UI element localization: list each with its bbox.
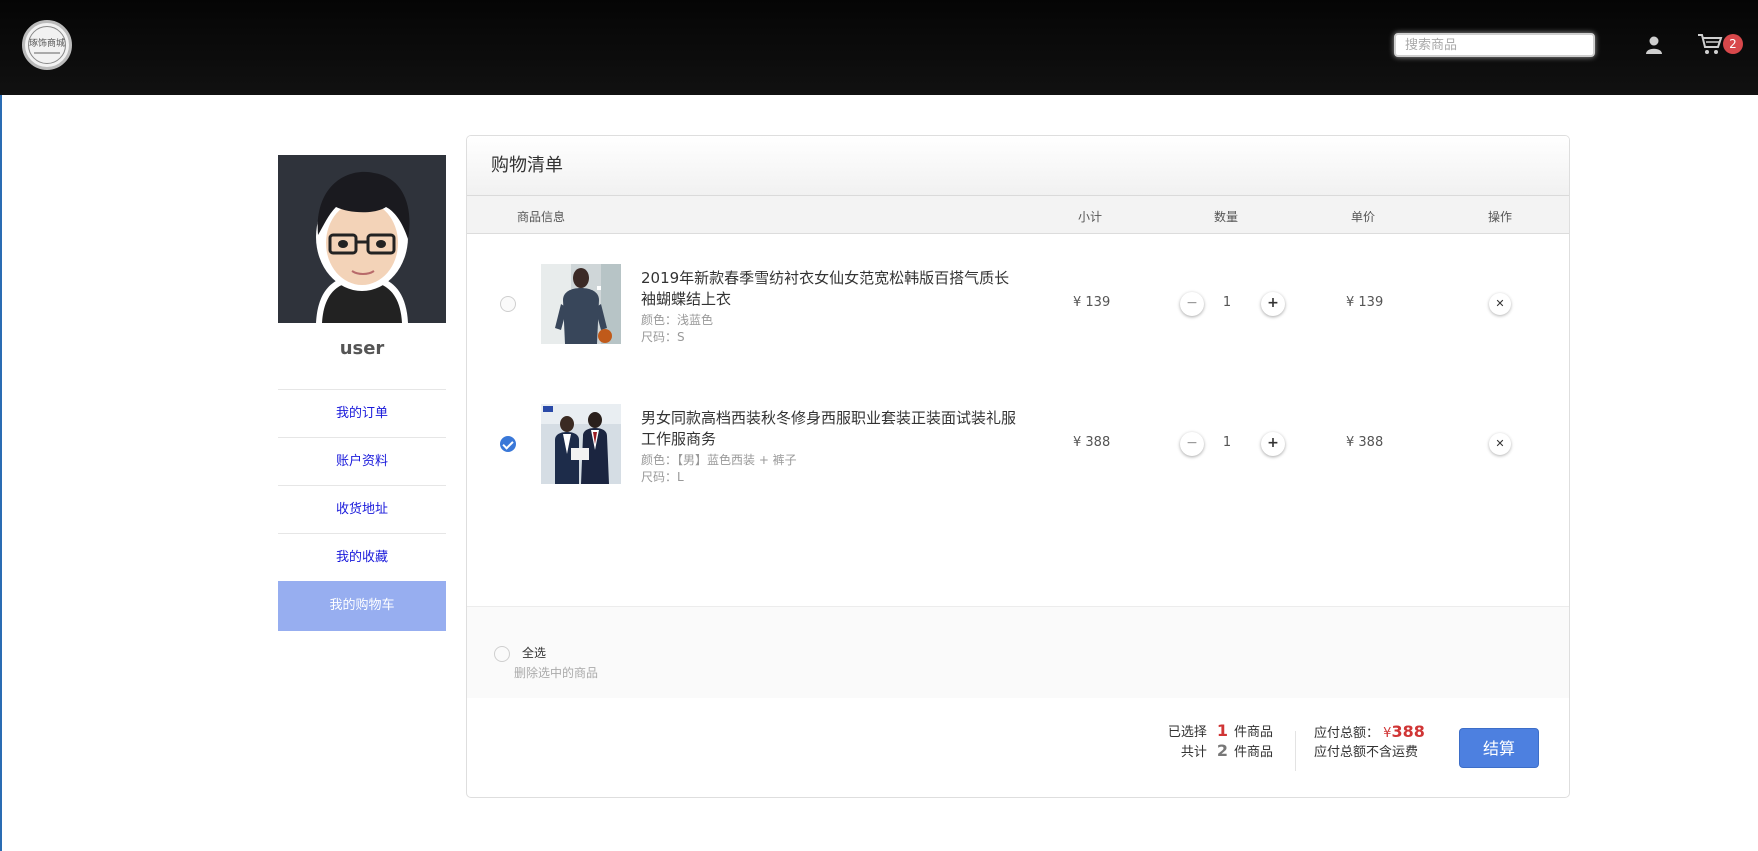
sidebar-item-address[interactable]: 收货地址 — [278, 485, 446, 533]
summary-divider — [1295, 731, 1296, 771]
cart-actions-bar: 全选 删除选中的商品 — [467, 606, 1569, 698]
sidebar-item-favorites[interactable]: 我的收藏 — [278, 533, 446, 581]
item-quantity: 1 — [1222, 435, 1232, 450]
item-unit-price: ¥ 139 — [1346, 295, 1384, 310]
total-count: 2 — [1216, 741, 1228, 760]
selected-suffix: 件商品 — [1233, 725, 1273, 740]
sidebar-item-cart[interactable]: 我的购物车 — [278, 581, 446, 631]
total-suffix: 件商品 — [1233, 745, 1273, 760]
selected-count-line: 已选择 1 件商品 — [1168, 721, 1273, 740]
cart-summary: 已选择 1 件商品 共计 2 件商品 应付总额： ¥388 应付总额不含运费 结算 — [467, 698, 1569, 797]
logo-text: 琢饰商城 — [29, 39, 66, 49]
item-quantity: 1 — [1222, 295, 1232, 310]
cart-icon[interactable] — [1697, 32, 1723, 56]
amount-value: 388 — [1391, 722, 1425, 741]
delete-selected-link[interactable]: 删除选中的商品 — [514, 664, 598, 681]
selected-prefix: 已选择 — [1167, 725, 1207, 740]
sidebar-menu: 我的订单 账户资料 收货地址 我的收藏 我的购物车 — [278, 389, 446, 631]
total-count-line: 共计 2 件商品 — [1181, 741, 1273, 760]
delete-item-button[interactable]: ✕ — [1489, 433, 1511, 455]
product-title[interactable]: 2019年新款春季雪纺衬衣女仙女范宽松韩版百搭气质长袖蝴蝶结上衣 — [641, 268, 1021, 310]
product-size: 尺码：S — [641, 330, 685, 344]
product-color: 颜色：【男】蓝色西装 + 裤子 — [641, 453, 797, 467]
amount-note: 应付总额不含运费 — [1314, 745, 1419, 760]
product-title[interactable]: 男女同款高档西装秋冬修身西服职业套装正装面试装礼服工作服商务 — [641, 408, 1021, 450]
top-navbar: 琢饰商城 2 — [0, 0, 1758, 95]
cart-item-row: 2019年新款春季雪纺衬衣女仙女范宽松韩版百搭气质长袖蝴蝶结上衣 颜色：浅蓝色 … — [467, 264, 1569, 364]
item-subtotal: ¥ 139 — [1073, 295, 1111, 310]
cart-item-row: 男女同款高档西装秋冬修身西服职业套装正装面试装礼服工作服商务 颜色：【男】蓝色西… — [467, 404, 1569, 504]
product-thumbnail[interactable] — [541, 264, 621, 344]
logo-emblem: 琢饰商城 — [28, 26, 66, 64]
col-quantity: 数量 — [1214, 210, 1239, 224]
select-all-label[interactable]: 全选 — [522, 644, 546, 661]
amount-line: 应付总额： ¥388 — [1314, 722, 1425, 741]
increase-quantity-button[interactable]: + — [1261, 432, 1285, 456]
decrease-quantity-button[interactable]: − — [1180, 432, 1204, 456]
col-info: 商品信息 — [517, 210, 566, 224]
panel-title: 购物清单 — [467, 136, 1569, 196]
amount-label: 应付总额： — [1314, 726, 1380, 741]
cart-panel: 购物清单 商品信息 小计 数量 单价 操作 2019年新款春季雪纺衬衣女仙女范宽… — [466, 135, 1570, 798]
item-checkbox[interactable] — [500, 296, 516, 312]
decrease-quantity-button[interactable]: − — [1180, 292, 1204, 316]
col-action: 操作 — [1488, 210, 1513, 224]
username: user — [339, 338, 385, 359]
increase-quantity-button[interactable]: + — [1261, 292, 1285, 316]
sidebar-item-orders[interactable]: 我的订单 — [278, 389, 446, 437]
col-subtotal: 小计 — [1078, 210, 1103, 224]
product-thumbnail[interactable] — [541, 404, 621, 484]
site-logo[interactable]: 琢饰商城 — [22, 20, 72, 70]
cart-count-badge: 2 — [1723, 34, 1743, 54]
product-color: 颜色：浅蓝色 — [641, 313, 714, 327]
sidebar-item-account[interactable]: 账户资料 — [278, 437, 446, 485]
logo-divider — [34, 52, 60, 54]
select-all-checkbox[interactable] — [494, 646, 510, 662]
selected-count: 1 — [1216, 721, 1228, 740]
search-input[interactable] — [1394, 33, 1595, 57]
avatar — [278, 155, 446, 323]
checkout-button[interactable]: 结算 — [1459, 728, 1539, 768]
total-prefix: 共计 — [1180, 745, 1207, 760]
product-size: 尺码：L — [641, 470, 684, 484]
delete-item-button[interactable]: ✕ — [1489, 293, 1511, 315]
window-edge — [0, 0, 2, 851]
table-header: 商品信息 小计 数量 单价 操作 — [467, 196, 1569, 234]
item-subtotal: ¥ 388 — [1073, 435, 1111, 450]
item-unit-price: ¥ 388 — [1346, 435, 1384, 450]
item-checkbox[interactable] — [500, 436, 516, 452]
user-icon[interactable] — [1644, 35, 1664, 55]
col-unit-price: 单价 — [1351, 210, 1376, 224]
